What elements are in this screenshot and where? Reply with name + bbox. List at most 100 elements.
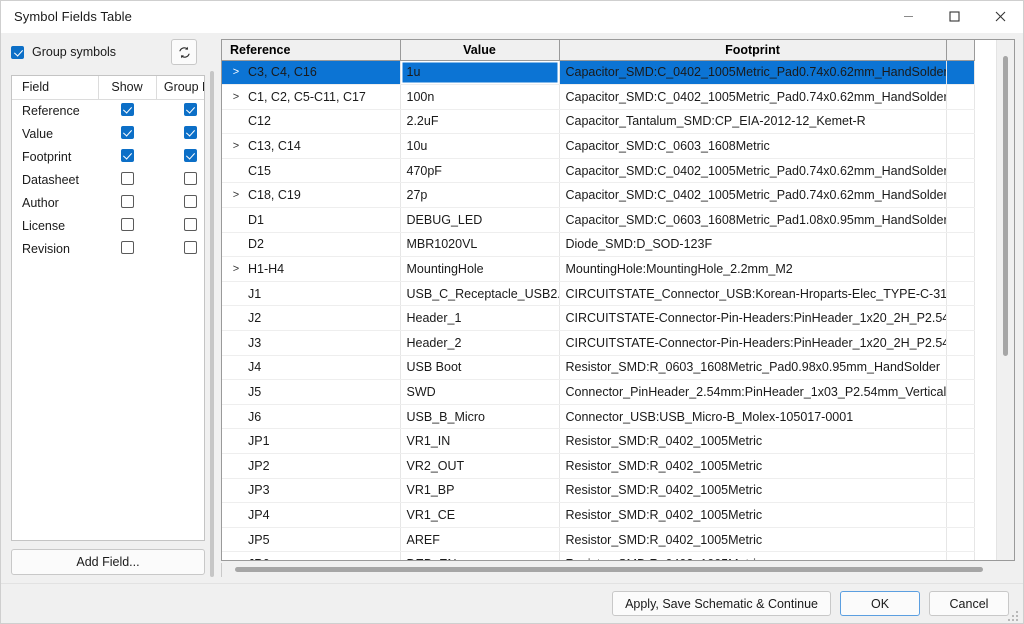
field-row[interactable]: Author (12, 192, 204, 215)
extra-cell[interactable] (946, 527, 975, 553)
expand-group-icon[interactable]: > (228, 189, 244, 201)
group-by-checkbox[interactable] (183, 172, 197, 185)
footprint-cell[interactable]: Resistor_SMD:R_0402_1005Metric (559, 428, 947, 454)
table-row[interactable]: D1 DEBUG_LED Capacitor_SMD:C_0603_1608Metr… (222, 207, 975, 233)
extra-cell[interactable] (946, 551, 975, 560)
group-by-col-header[interactable]: Group By (155, 76, 204, 100)
reference-cell[interactable]: JP3 (222, 478, 401, 504)
reference-cell[interactable]: J2 (222, 305, 401, 332)
show-checkbox-cell[interactable] (98, 215, 156, 238)
value-cell[interactable]: 2.2uF (400, 109, 560, 135)
reference-cell[interactable]: J6 (222, 404, 401, 430)
grid-header-extra[interactable] (946, 40, 975, 61)
reference-cell[interactable]: > C1, C2, C5-C11, C17 (222, 84, 401, 110)
extra-cell[interactable] (946, 453, 975, 479)
show-checkbox[interactable] (120, 126, 134, 139)
expand-group-icon[interactable]: > (228, 263, 244, 275)
footprint-cell[interactable]: Capacitor_SMD:C_0402_1005Metric_Pad0.74x… (559, 84, 947, 110)
cancel-button[interactable]: Cancel (929, 591, 1009, 616)
table-row[interactable]: JP5 AREF Resistor_SMD:R_0402_1005Metric (222, 527, 975, 553)
table-row[interactable]: J1 USB_C_Receptacle_USB2.0 CIRCUITSTATE_Co… (222, 281, 975, 307)
show-checkbox[interactable] (120, 172, 134, 185)
reference-cell[interactable]: J4 (222, 355, 401, 381)
extra-cell[interactable] (946, 478, 975, 504)
show-checkbox[interactable] (120, 149, 134, 162)
footprint-cell[interactable]: Resistor_SMD:R_0603_1608Metric_Pad0.98x0… (559, 355, 947, 381)
extra-cell[interactable] (946, 207, 975, 233)
add-field-button[interactable]: Add Field... (11, 549, 205, 575)
extra-cell[interactable] (946, 256, 975, 282)
show-checkbox-cell[interactable] (98, 169, 156, 192)
show-checkbox-cell[interactable] (98, 192, 156, 215)
reference-cell[interactable]: D2 (222, 232, 401, 258)
field-col-header[interactable]: Field (12, 76, 98, 100)
close-icon[interactable] (977, 1, 1023, 33)
reference-cell[interactable]: C12 (222, 109, 401, 135)
group-by-checkbox[interactable] (183, 149, 197, 162)
table-row[interactable]: J4 USB Boot Resistor_SMD:R_0603_1608Metric… (222, 355, 975, 381)
footprint-cell[interactable]: Capacitor_SMD:C_0603_1608Metric_Pad1.08x… (559, 207, 947, 233)
footprint-cell[interactable]: Connector_USB:USB_Micro-B_Molex-105017-0… (559, 404, 947, 430)
table-row[interactable]: > C18, C19 27p Capacitor_SMD:C_0402_1005Met… (222, 182, 975, 209)
show-checkbox-cell[interactable] (98, 238, 156, 261)
reference-cell[interactable]: JP5 (222, 527, 401, 553)
footprint-cell[interactable]: Resistor_SMD:R_0402_1005Metric (559, 502, 947, 528)
expand-group-icon[interactable]: > (228, 66, 244, 78)
footprint-cell[interactable]: Capacitor_SMD:C_0402_1005Metric_Pad0.74x… (559, 182, 947, 209)
table-row[interactable]: > C13, C14 10u Capacitor_SMD:C_0603_1608Met… (222, 133, 975, 159)
group-by-checkbox[interactable] (183, 241, 197, 254)
show-checkbox-cell[interactable] (98, 123, 156, 146)
value-cell[interactable]: Header_1 (400, 305, 560, 332)
value-cell[interactable]: VR1_IN (400, 428, 560, 454)
reference-cell[interactable]: J5 (222, 379, 401, 405)
show-checkbox[interactable] (120, 103, 134, 116)
field-row[interactable]: Footprint (12, 146, 204, 169)
field-row[interactable]: License (12, 215, 204, 238)
extra-cell[interactable] (946, 281, 975, 307)
group-by-checkbox[interactable] (183, 103, 197, 116)
extra-cell[interactable] (946, 355, 975, 381)
value-cell[interactable]: DEB_EN (400, 551, 560, 560)
extra-cell[interactable] (946, 158, 975, 184)
expand-group-icon[interactable]: > (228, 140, 244, 152)
extra-cell[interactable] (946, 182, 975, 209)
value-cell[interactable]: DEBUG_LED (400, 207, 560, 233)
reference-cell[interactable]: > H1-H4 (222, 256, 401, 282)
group-by-checkbox-cell[interactable] (156, 123, 204, 146)
field-row[interactable]: Value (12, 123, 204, 146)
group-by-checkbox-cell[interactable] (156, 169, 204, 192)
reference-cell[interactable]: D1 (222, 207, 401, 233)
footprint-cell[interactable]: Resistor_SMD:R_0402_1005Metric (559, 453, 947, 479)
ok-button[interactable]: OK (840, 591, 920, 616)
value-cell[interactable]: AREF (400, 527, 560, 553)
grid-horizontal-scrollbar-thumb[interactable] (235, 567, 983, 572)
table-row[interactable]: JP3 VR1_BP Resistor_SMD:R_0402_1005Metric (222, 478, 975, 504)
group-by-checkbox-cell[interactable] (156, 146, 204, 169)
footprint-cell[interactable]: Capacitor_Tantalum_SMD:CP_EIA-2012-12_Ke… (559, 109, 947, 135)
value-cell[interactable]: VR2_OUT (400, 453, 560, 479)
footprint-cell[interactable]: Connector_PinHeader_2.54mm:PinHeader_1x0… (559, 379, 947, 405)
group-symbols-checkbox[interactable] (11, 45, 24, 59)
extra-cell[interactable] (946, 133, 975, 159)
extra-cell[interactable] (946, 428, 975, 454)
minimize-icon[interactable] (885, 1, 931, 33)
refresh-icon[interactable] (171, 39, 197, 65)
table-row[interactable]: JP2 VR2_OUT Resistor_SMD:R_0402_1005Metric (222, 453, 975, 479)
value-cell[interactable]: SWD (400, 379, 560, 405)
field-row[interactable]: Datasheet (12, 169, 204, 192)
table-row[interactable]: J5 SWD Connector_PinHeader_2.54mm:PinHeade… (222, 379, 975, 405)
reference-cell[interactable]: JP6 (222, 551, 401, 560)
value-cell[interactable]: 1u (400, 60, 560, 86)
value-cell[interactable]: VR1_CE (400, 502, 560, 528)
group-by-checkbox[interactable] (183, 126, 197, 139)
show-checkbox[interactable] (120, 195, 134, 208)
table-row[interactable]: J2 Header_1 CIRCUITSTATE-Connector-Pin-Hea… (222, 305, 975, 332)
left-panel-scrollbar[interactable] (209, 71, 215, 577)
footprint-cell[interactable]: MountingHole:MountingHole_2.2mm_M2 (559, 256, 947, 282)
extra-cell[interactable] (946, 109, 975, 135)
grid-header-reference[interactable]: Reference (222, 40, 401, 61)
footprint-cell[interactable]: CIRCUITSTATE-Connector-Pin-Headers:PinHe… (559, 330, 947, 356)
reference-cell[interactable]: C15 (222, 158, 401, 184)
reference-cell[interactable]: JP4 (222, 502, 401, 528)
value-cell[interactable]: MBR1020VL (400, 232, 560, 258)
